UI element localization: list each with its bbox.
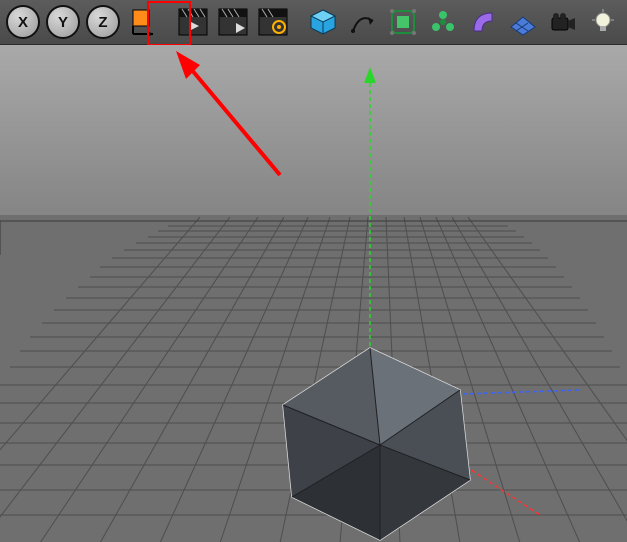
axis-z-icon: Z: [86, 5, 120, 39]
viewport-canvas: [0, 45, 627, 542]
environment-button[interactable]: [504, 2, 542, 42]
cube-icon: [308, 7, 338, 37]
axis-z-toggle[interactable]: Z: [84, 2, 122, 42]
viewport-3d[interactable]: [0, 45, 627, 542]
cluster-icon: [428, 7, 458, 37]
camera-button[interactable]: [544, 2, 582, 42]
subdivision-icon: [388, 7, 418, 37]
bend-icon: [468, 7, 498, 37]
floor-icon: [508, 7, 538, 37]
pen-icon: [348, 7, 378, 37]
array-button[interactable]: [424, 2, 462, 42]
render-view-button[interactable]: [174, 2, 212, 42]
clapper-icon: [178, 8, 208, 36]
primitive-button[interactable]: [304, 2, 342, 42]
axis-x-icon: X: [6, 5, 40, 39]
clapper-gear-icon: [258, 8, 288, 36]
axis-y-icon: Y: [46, 5, 80, 39]
spline-button[interactable]: [344, 2, 382, 42]
axis-convert-icon: [129, 8, 157, 36]
clapper-region-icon: [218, 8, 248, 36]
light-button[interactable]: [584, 2, 622, 42]
generator-button[interactable]: [384, 2, 422, 42]
axis-x-toggle[interactable]: X: [4, 2, 42, 42]
coord-system-button[interactable]: [124, 2, 162, 42]
camera-icon: [548, 7, 578, 37]
main-toolbar: X Y Z: [0, 0, 627, 45]
axis-y-toggle[interactable]: Y: [44, 2, 82, 42]
bulb-icon: [588, 7, 618, 37]
render-region-button[interactable]: [214, 2, 252, 42]
render-settings-button[interactable]: [254, 2, 292, 42]
deformer-button[interactable]: [464, 2, 502, 42]
